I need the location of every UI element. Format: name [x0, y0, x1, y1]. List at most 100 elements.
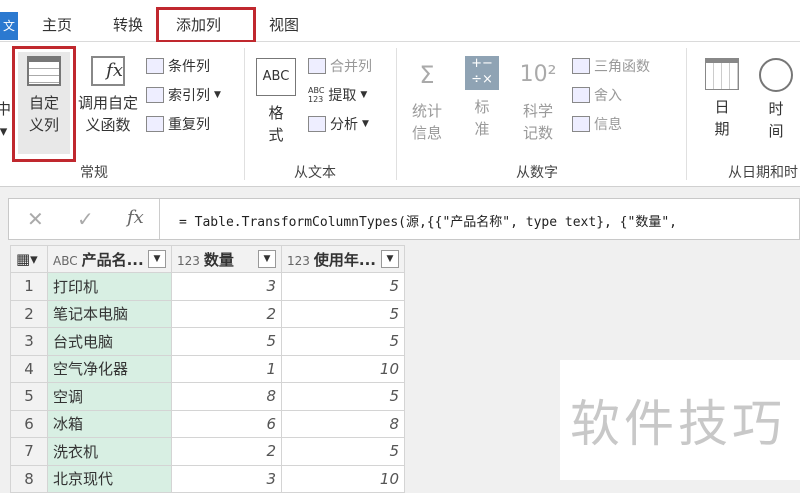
tab-file[interactable]: 文	[0, 12, 18, 40]
table-header-row: ▦▾ ABC 产品名... ▼ 123 数量 ▼ 123 使用年... ▼	[10, 245, 405, 273]
years-cell[interactable]: 5	[281, 272, 405, 301]
information-button[interactable]: 信息	[572, 114, 622, 134]
quantity-cell[interactable]: 8	[171, 382, 282, 411]
row-number[interactable]: 6	[10, 409, 48, 438]
parse-button[interactable]: 分析 ▼	[308, 114, 369, 134]
row-number[interactable]: 2	[10, 299, 48, 328]
years-cell[interactable]: 8	[281, 409, 405, 438]
table-menu-button[interactable]: ▦▾	[10, 245, 48, 273]
years-cell[interactable]: 5	[281, 437, 405, 466]
statistics-button[interactable]: Σ 统计 信息	[404, 56, 450, 144]
fx-icon[interactable]: fx	[127, 207, 144, 228]
rounding-button[interactable]: 舍入	[572, 85, 622, 105]
group-label-general: 常规	[80, 165, 108, 181]
column-header[interactable]: 123 数量 ▼	[171, 245, 282, 273]
group-divider	[396, 48, 397, 180]
row-number[interactable]: 4	[10, 354, 48, 383]
type-text-icon: ABC	[53, 253, 78, 268]
table-row[interactable]: 2 笔记本电脑 2 5	[10, 299, 405, 328]
rounding-icon	[572, 87, 590, 103]
column-header[interactable]: ABC 产品名... ▼	[47, 245, 172, 273]
formula-input[interactable]: = Table.TransformColumnTypes(源,{{"产品名称",…	[179, 211, 677, 230]
product-name-cell[interactable]: 打印机	[47, 272, 172, 301]
type-number-icon: 123	[287, 253, 310, 268]
years-cell[interactable]: 5	[281, 299, 405, 328]
tab-home[interactable]: 主页	[42, 14, 72, 35]
quantity-cell[interactable]: 2	[171, 437, 282, 466]
column-name: 使用年...	[313, 250, 377, 269]
quantity-cell[interactable]: 3	[171, 464, 282, 493]
years-cell[interactable]: 5	[281, 327, 405, 356]
confirm-icon[interactable]: ✓	[77, 207, 94, 231]
product-name-cell[interactable]: 北京现代	[47, 464, 172, 493]
quantity-cell[interactable]: 3	[171, 272, 282, 301]
table-row[interactable]: 3 台式电脑 5 5	[10, 327, 405, 356]
exponent-icon: 10²	[519, 62, 557, 87]
table-row[interactable]: 4 空气净化器 1 10	[10, 354, 405, 383]
time-label-2: 间	[768, 122, 784, 140]
product-name-cell[interactable]: 空气净化器	[47, 354, 172, 383]
years-cell[interactable]: 5	[281, 382, 405, 411]
format-label-2: 式	[268, 126, 284, 144]
index-label: 索引列	[168, 88, 210, 104]
date-button[interactable]: 日 期	[700, 58, 744, 140]
table-row[interactable]: 5 空调 8 5	[10, 382, 405, 411]
row-number[interactable]: 1	[10, 272, 48, 301]
years-cell[interactable]: 10	[281, 354, 405, 383]
merge-columns-button[interactable]: 合并列	[308, 56, 372, 76]
watermark-text: 软件技巧	[570, 395, 786, 453]
table-row[interactable]: 8 北京现代 3 10	[10, 464, 405, 493]
ribbon: 中 ▾ 自定 义列 fx 调用自定 义函数 条件列 索引列 ▼ 重复列 常规 ABC…	[0, 42, 800, 187]
trigonometry-button[interactable]: 三角函数	[572, 56, 650, 76]
duplicate-column-button[interactable]: 重复列	[146, 114, 210, 134]
tab-view[interactable]: 视图	[269, 14, 299, 35]
format-button[interactable]: ABC 格 式	[254, 58, 298, 146]
invoke-custom-function-button[interactable]: fx 调用自定 义函数	[76, 56, 140, 136]
row-number[interactable]: 3	[10, 327, 48, 356]
column-name: 产品名...	[81, 250, 144, 269]
table-row[interactable]: 6 冰箱 6 8	[10, 409, 405, 438]
filter-dropdown-icon[interactable]: ▼	[258, 249, 276, 268]
data-table: ▦▾ ABC 产品名... ▼ 123 数量 ▼ 123 使用年... ▼ 1 打印机 3 5 2 笔…	[10, 245, 405, 493]
chevron-down-icon: ▼	[214, 90, 221, 100]
row-number[interactable]: 5	[10, 382, 48, 411]
quantity-cell[interactable]: 2	[171, 299, 282, 328]
product-name-cell[interactable]: 台式电脑	[47, 327, 172, 356]
parse-label: 分析	[330, 117, 358, 133]
quantity-cell[interactable]: 5	[171, 327, 282, 356]
formula-divider	[159, 199, 160, 239]
table-row[interactable]: 7 洗衣机 2 5	[10, 437, 405, 466]
product-name-cell[interactable]: 空调	[47, 382, 172, 411]
index-column-button[interactable]: 索引列 ▼	[146, 85, 221, 105]
column-header[interactable]: 123 使用年... ▼	[281, 245, 405, 273]
product-name-cell[interactable]: 笔记本电脑	[47, 299, 172, 328]
left-cut-button[interactable]: 中 ▾	[0, 98, 11, 142]
conditional-column-button[interactable]: 条件列	[146, 56, 210, 76]
time-button[interactable]: 时 间	[754, 58, 798, 142]
watermark: 软件技巧	[560, 360, 800, 480]
filter-dropdown-icon[interactable]: ▼	[148, 249, 166, 268]
scientific-button[interactable]: 10² 科学 记数	[514, 56, 562, 144]
table-row[interactable]: 1 打印机 3 5	[10, 272, 405, 301]
group-divider	[244, 48, 245, 180]
tab-transform[interactable]: 转换	[113, 14, 143, 35]
filter-dropdown-icon[interactable]: ▼	[381, 249, 399, 268]
chevron-down-icon: ▼	[362, 119, 369, 129]
chevron-down-icon: ▼	[360, 90, 368, 100]
standard-button[interactable]: +− ÷× 标 准	[462, 56, 502, 140]
scientific-label-2: 记数	[522, 124, 553, 142]
quantity-cell[interactable]: 6	[171, 409, 282, 438]
abc-format-icon: ABC	[256, 58, 296, 96]
quantity-cell[interactable]: 1	[171, 354, 282, 383]
cancel-icon[interactable]: ✕	[27, 207, 44, 231]
row-number[interactable]: 7	[10, 437, 48, 466]
extract-button[interactable]: ABC 123 提取 ▼	[308, 85, 367, 105]
product-name-cell[interactable]: 冰箱	[47, 409, 172, 438]
years-cell[interactable]: 10	[281, 464, 405, 493]
group-label-datetime: 从日期和时	[728, 165, 798, 181]
trig-label: 三角函数	[594, 59, 650, 75]
row-number[interactable]: 8	[10, 464, 48, 493]
product-name-cell[interactable]: 洗衣机	[47, 437, 172, 466]
conditional-label: 条件列	[168, 59, 210, 75]
chevron-down-icon: ▾	[0, 122, 8, 140]
